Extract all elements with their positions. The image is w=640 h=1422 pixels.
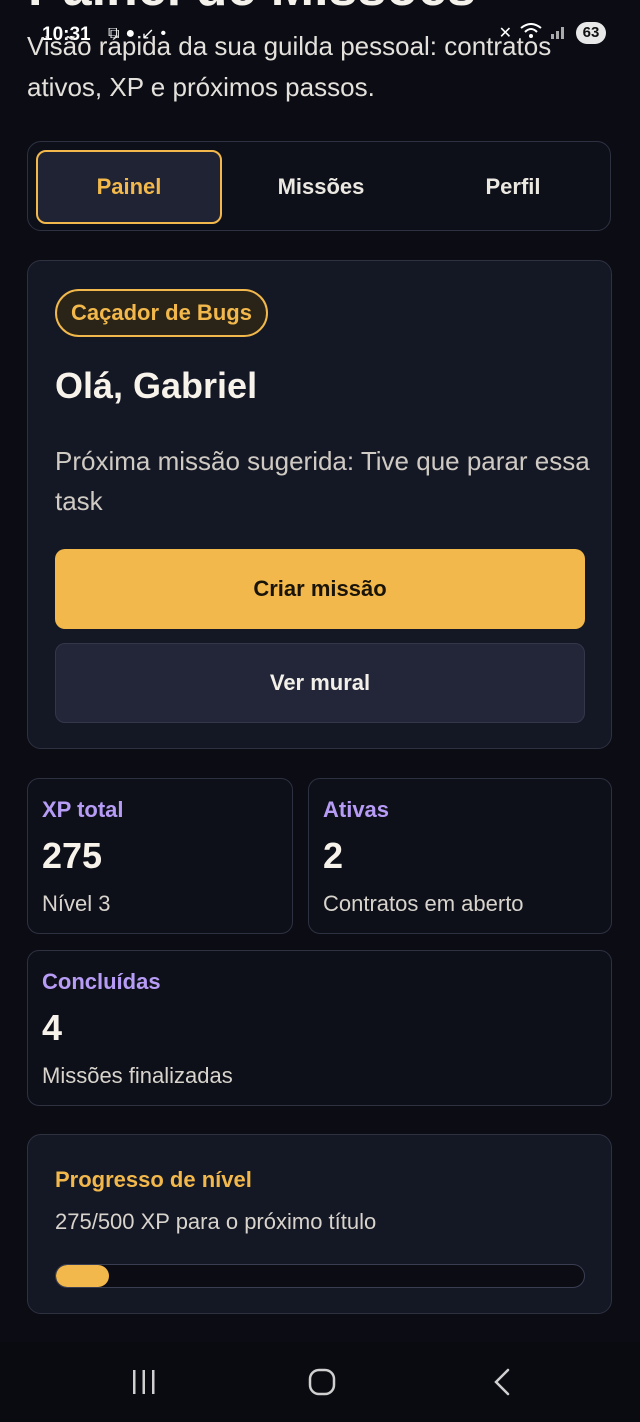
stat-note: Missões finalizadas xyxy=(42,1063,233,1088)
system-nav-bar xyxy=(0,1342,640,1422)
greeting-heading: Olá, Gabriel xyxy=(55,365,258,406)
stat-card-active: Ativas 2 Contratos em aberto xyxy=(308,778,612,934)
tab-missoes[interactable]: Missões xyxy=(228,150,414,224)
stat-note: Contratos em aberto xyxy=(323,891,524,916)
stat-label: XP total xyxy=(42,797,124,822)
back-icon[interactable] xyxy=(480,1362,524,1402)
tab-bar: Painel Missões Perfil xyxy=(27,141,611,231)
level-progress-card: Progresso de nível 275/500 XP para o pró… xyxy=(27,1134,612,1314)
stat-label: Ativas xyxy=(323,797,390,822)
title-badge: Caçador de Bugs xyxy=(55,289,268,337)
home-icon[interactable] xyxy=(300,1362,344,1402)
page-subtitle: Visão rápida da sua guilda pessoal: cont… xyxy=(27,31,552,102)
view-board-button[interactable]: Ver mural xyxy=(55,643,585,723)
stat-value: 275 xyxy=(42,835,103,876)
progress-title: Progresso de nível xyxy=(55,1167,252,1192)
stat-value: 4 xyxy=(42,1007,63,1048)
stat-value: 2 xyxy=(323,835,344,876)
progress-text: 275/500 XP para o próximo título xyxy=(55,1209,377,1234)
create-mission-button[interactable]: Criar missão xyxy=(55,549,585,629)
tab-painel[interactable]: Painel xyxy=(36,150,222,224)
stat-card-xp: XP total 275 Nível 3 xyxy=(27,778,293,934)
stat-card-completed: Concluídas 4 Missões finalizadas xyxy=(27,950,612,1106)
stat-note: Nível 3 xyxy=(42,891,111,916)
app-screen: Painel de Missões 10:31 ⧉ ● ↙ • ✕ 63 Vis… xyxy=(0,0,640,1422)
tab-perfil[interactable]: Perfil xyxy=(420,150,606,224)
welcome-card: Caçador de Bugs Olá, Gabriel Próxima mis… xyxy=(27,260,612,749)
progress-bar-fill xyxy=(56,1265,109,1287)
page-title: Painel de Missões xyxy=(28,0,476,14)
stat-label: Concluídas xyxy=(42,969,161,994)
recent-apps-icon[interactable] xyxy=(122,1362,166,1402)
suggested-mission-text: Próxima missão sugerida: Tive que parar … xyxy=(55,446,590,516)
progress-bar xyxy=(55,1264,585,1288)
